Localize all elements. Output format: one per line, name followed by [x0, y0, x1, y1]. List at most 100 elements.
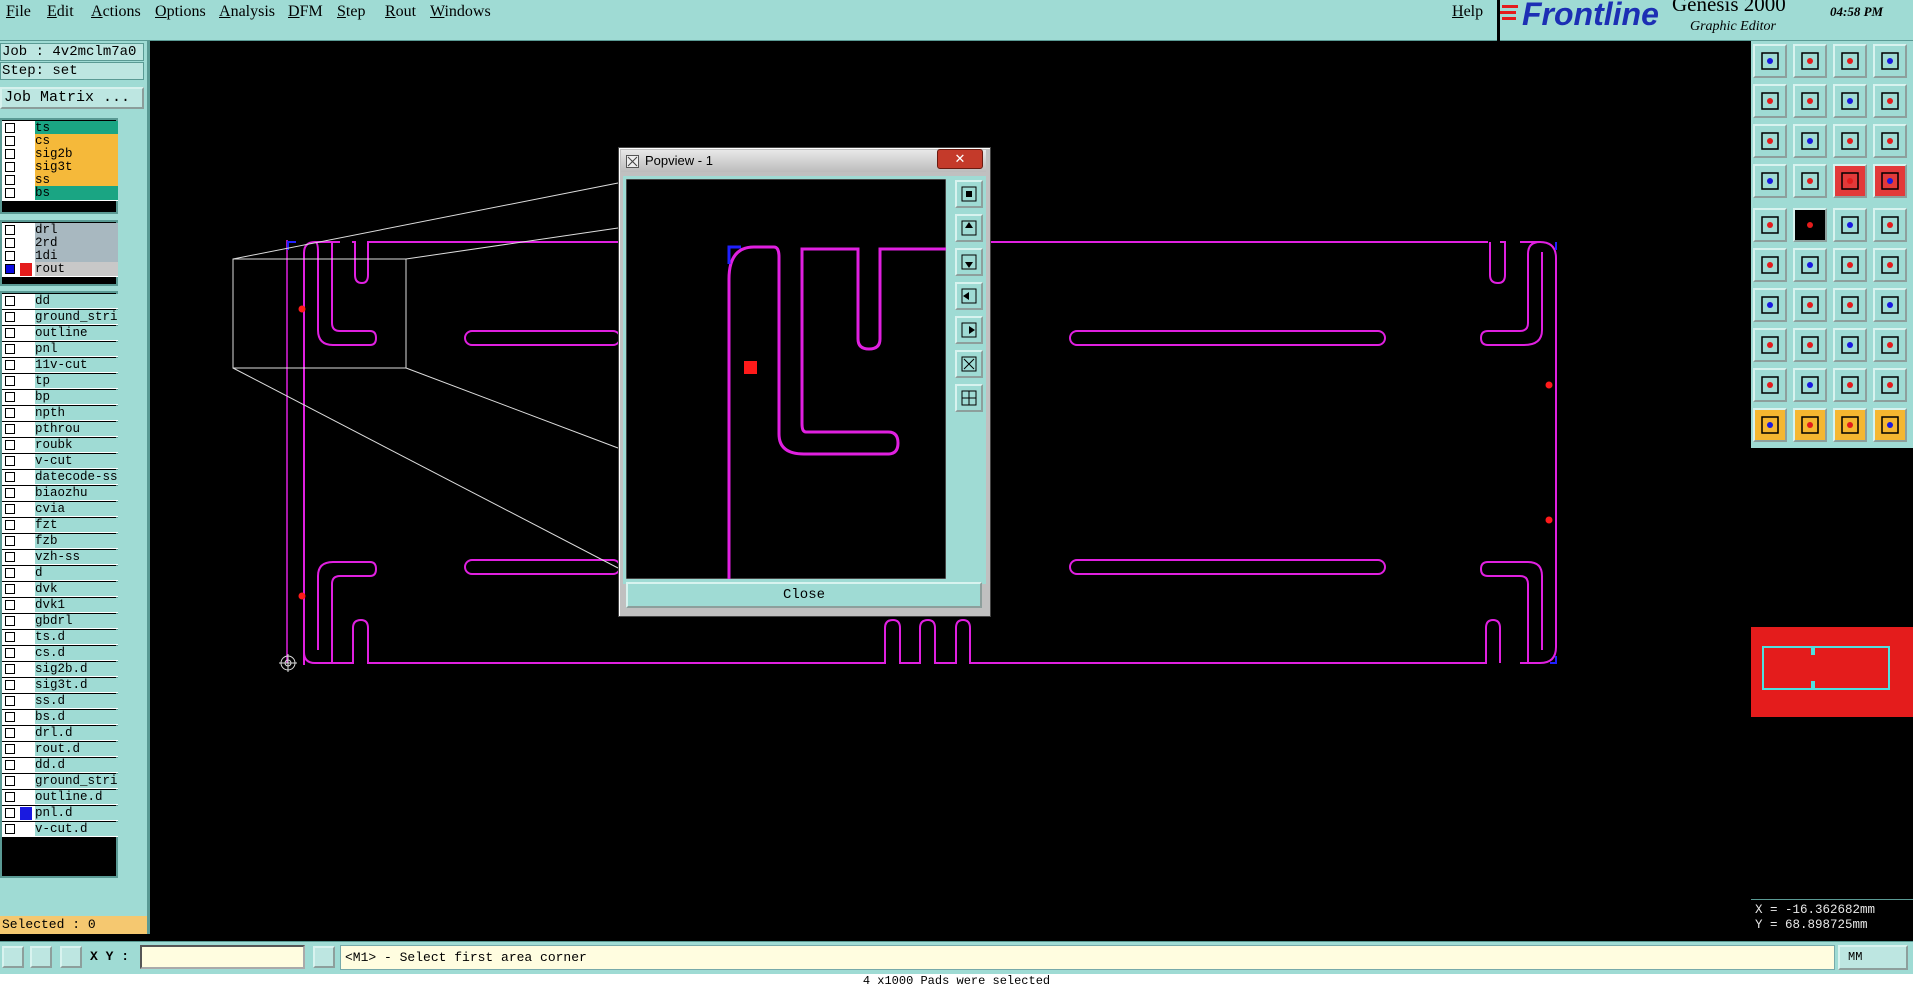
layer-row[interactable]: outline.d [2, 790, 118, 805]
layer-row[interactable]: roubk [2, 438, 118, 453]
arc-icon[interactable] [1793, 368, 1827, 402]
layer-checkbox[interactable] [5, 238, 15, 248]
pad-icon[interactable] [1753, 208, 1787, 242]
layer-row[interactable]: datecode-ss [2, 470, 118, 485]
layer-checkbox[interactable] [5, 188, 15, 198]
layer-row[interactable]: dd.d [2, 758, 118, 773]
grid-icon[interactable] [60, 946, 82, 968]
script-icon[interactable] [1873, 84, 1907, 118]
line-red-icon[interactable] [1793, 208, 1827, 242]
layer-row[interactable]: rout [2, 262, 118, 277]
menu-options[interactable]: Options [155, 3, 206, 21]
layer-row[interactable]: tp [2, 374, 118, 389]
layer-row[interactable]: pthrou [2, 422, 118, 437]
circle-icon[interactable] [1873, 208, 1907, 242]
menu-edit[interactable]: Edit [47, 3, 74, 21]
layer-checkbox[interactable] [5, 792, 15, 802]
layer-checkbox[interactable] [5, 456, 15, 466]
layer-checkbox[interactable] [5, 472, 15, 482]
connect-icon[interactable] [1753, 248, 1787, 282]
net-color-icon[interactable] [1873, 328, 1907, 362]
save-icon[interactable] [1793, 44, 1827, 78]
layer-checkbox[interactable] [5, 360, 15, 370]
xy-input[interactable] [140, 945, 305, 969]
layer-checkbox[interactable] [5, 776, 15, 786]
popview-canvas[interactable] [626, 179, 946, 579]
layer-row[interactable]: 11v-cut [2, 358, 118, 373]
home-icon[interactable] [1833, 44, 1867, 78]
layer-row[interactable]: d [2, 566, 118, 581]
popview-fit-button[interactable] [955, 180, 983, 208]
layer-checkbox[interactable] [5, 824, 15, 834]
units-selector[interactable]: MM [1838, 945, 1908, 970]
popview-pan-down-button[interactable] [955, 248, 983, 276]
layer-row[interactable]: pnl [2, 342, 118, 357]
layer-checkbox[interactable] [5, 392, 15, 402]
popview-zoom-out-button[interactable] [955, 384, 983, 412]
popview-pan-right-button[interactable] [955, 316, 983, 344]
layer-checkbox[interactable] [5, 648, 15, 658]
layer-checkbox[interactable] [5, 504, 15, 514]
layer-checkbox[interactable] [5, 536, 15, 546]
menu-rout[interactable]: Rout [385, 3, 416, 21]
menu-help[interactable]: Help [1452, 3, 1483, 21]
triangle-icon[interactable] [1753, 368, 1787, 402]
layer-checkbox[interactable] [5, 664, 15, 674]
layer-row[interactable]: fzb [2, 534, 118, 549]
layer-row[interactable]: v-cut [2, 454, 118, 469]
draw-line-icon[interactable] [1793, 288, 1827, 322]
import-icon[interactable] [1753, 84, 1787, 118]
layer-row[interactable]: outline [2, 326, 118, 341]
scale-icon[interactable] [1833, 124, 1867, 158]
layer-row[interactable]: rout.d [2, 742, 118, 757]
layer-row[interactable]: dvk [2, 582, 118, 597]
layer-checkbox[interactable] [5, 225, 15, 235]
layer-checkbox[interactable] [5, 408, 15, 418]
popview-pan-left-button[interactable] [955, 282, 983, 310]
layer-checkbox[interactable] [5, 744, 15, 754]
layer-row[interactable]: ss.d [2, 694, 118, 709]
layer-checkbox[interactable] [5, 632, 15, 642]
layer-checkbox[interactable] [5, 440, 15, 450]
popview-close-icon[interactable]: ✕ [937, 149, 983, 169]
layer-checkbox[interactable] [5, 424, 15, 434]
layer-checkbox[interactable] [5, 344, 15, 354]
layer-row[interactable]: dvk1 [2, 598, 118, 613]
zoom-center-icon[interactable] [1793, 124, 1827, 158]
move-icon[interactable] [1833, 248, 1867, 282]
layer-checkbox[interactable] [5, 520, 15, 530]
popview-zoom-in-button[interactable] [955, 350, 983, 378]
layer-row[interactable]: bs.d [2, 710, 118, 725]
layer-checkbox[interactable] [5, 123, 15, 133]
layer-checkbox[interactable] [5, 251, 15, 261]
layer-checkbox[interactable] [5, 264, 15, 274]
net-icon[interactable] [1873, 164, 1907, 198]
arc2-icon[interactable] [1833, 368, 1867, 402]
select-icon[interactable] [1753, 408, 1787, 442]
layer-checkbox[interactable] [5, 712, 15, 722]
layer-row[interactable]: cvia [2, 502, 118, 517]
menu-file[interactable]: File [6, 3, 31, 21]
layer-row[interactable]: ground_strip [2, 774, 118, 789]
layer-row[interactable]: cs.d [2, 646, 118, 661]
layer-row[interactable]: pnl.d [2, 806, 118, 821]
layer-checkbox[interactable] [5, 616, 15, 626]
line-icon[interactable] [1753, 288, 1787, 322]
popview-close-button[interactable]: Close [626, 582, 982, 608]
layer-row[interactable]: vzh-ss [2, 550, 118, 565]
layer-row[interactable]: dd [2, 294, 118, 309]
export-icon[interactable] [1793, 84, 1827, 118]
select-area-icon[interactable] [1833, 408, 1867, 442]
dimension-icon[interactable] [1793, 328, 1827, 362]
layer-checkbox[interactable] [5, 584, 15, 594]
layer-checkbox[interactable] [5, 808, 15, 818]
rotate-icon[interactable] [1833, 288, 1867, 322]
layer-checkbox[interactable] [5, 600, 15, 610]
board-preview[interactable] [1751, 627, 1913, 717]
popview-titlebar[interactable]: Popview - 1 [621, 150, 986, 172]
layer-row[interactable]: bs [2, 186, 118, 201]
mirror-icon[interactable] [1873, 288, 1907, 322]
job-matrix-button[interactable]: Job Matrix ... [0, 87, 144, 109]
layer-checkbox[interactable] [5, 760, 15, 770]
select-red-icon[interactable] [1793, 408, 1827, 442]
